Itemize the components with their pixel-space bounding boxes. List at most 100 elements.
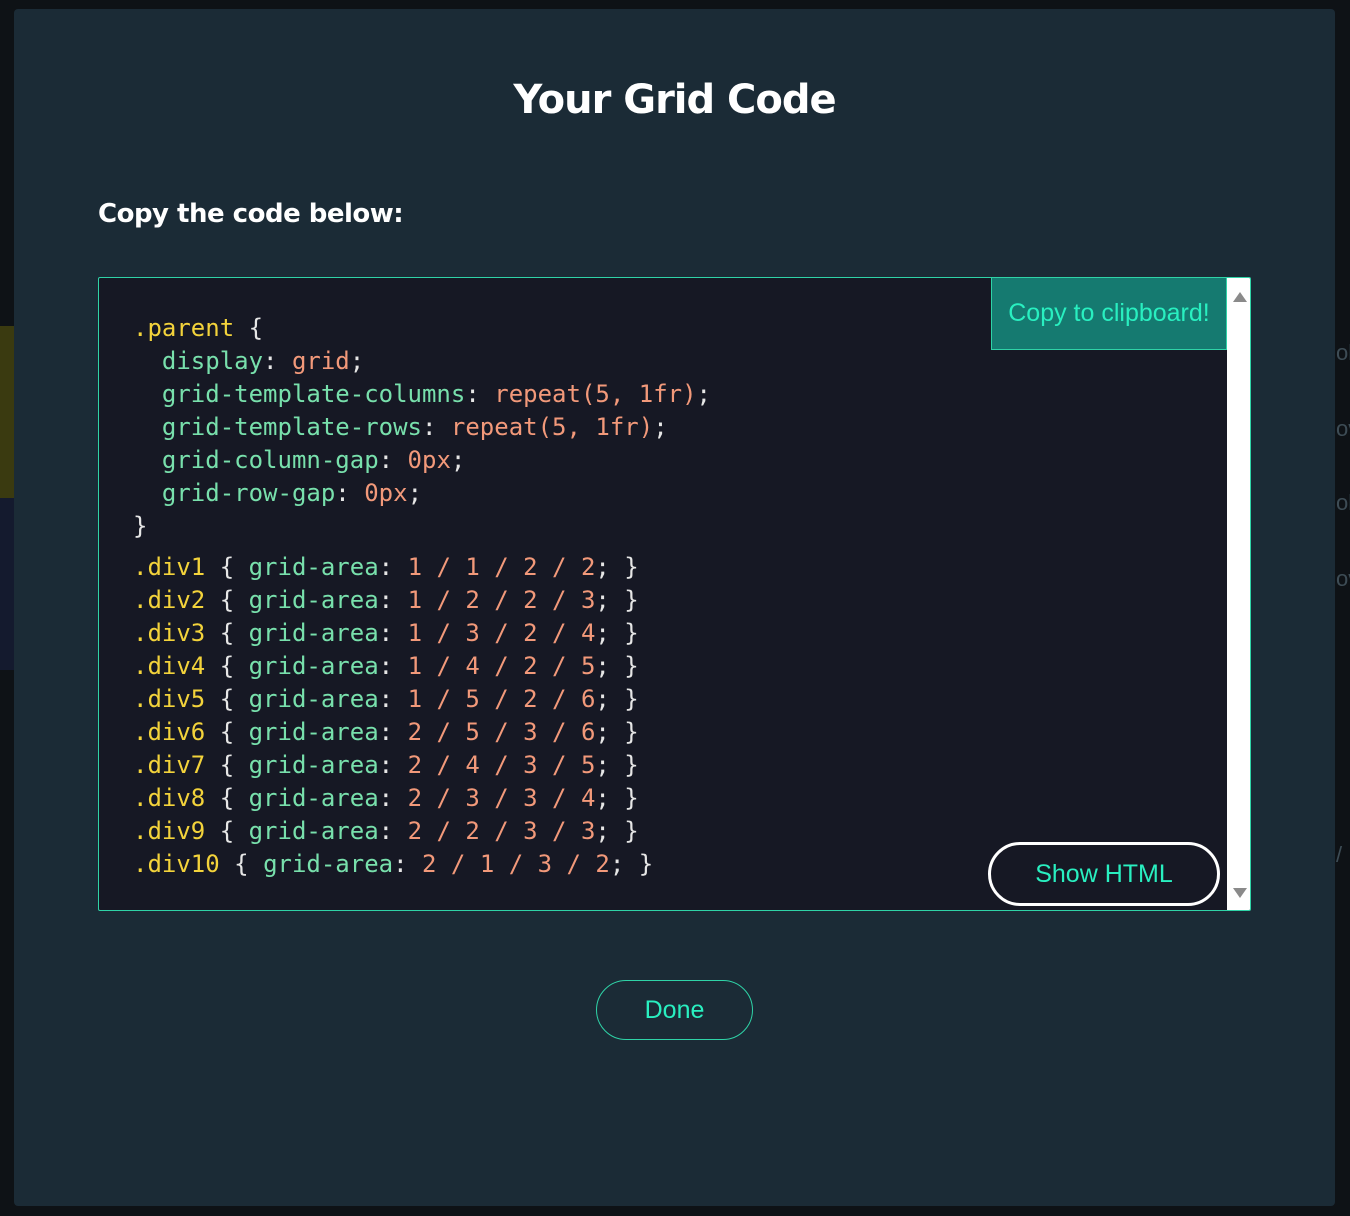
- code-token: grid-area: [248, 685, 379, 713]
- code-token: grid-area: [248, 586, 379, 614]
- code-token: ;: [450, 446, 466, 474]
- code-token: repeat(5, 1fr): [494, 380, 697, 408]
- code-scrollbar[interactable]: [1227, 278, 1250, 910]
- css-code-block[interactable]: .parent { display: grid; grid-template-c…: [133, 312, 711, 881]
- code-token: ; }: [595, 553, 639, 581]
- code-token: {: [205, 751, 249, 779]
- code-token: .div8: [133, 784, 206, 812]
- code-token: ; }: [595, 718, 639, 746]
- code-line-div: .div4 { grid-area: 1 / 4 / 2 / 5; }: [133, 650, 711, 683]
- show-html-button[interactable]: Show HTML: [988, 842, 1220, 906]
- code-token: :: [378, 718, 408, 746]
- code-token: :: [378, 817, 408, 845]
- code-token: {: [205, 685, 249, 713]
- code-token: :: [335, 479, 365, 507]
- code-line-div: .div9 { grid-area: 2 / 2 / 3 / 3; }: [133, 815, 711, 848]
- code-token: {: [205, 718, 249, 746]
- grid-code-modal: Your Grid Code Copy the code below: .par…: [14, 9, 1335, 1206]
- code-token: grid-area: [248, 652, 379, 680]
- done-button[interactable]: Done: [596, 980, 753, 1040]
- code-token: :: [421, 413, 451, 441]
- code-viewer[interactable]: .parent { display: grid; grid-template-c…: [98, 277, 1251, 911]
- code-token: .parent: [133, 314, 235, 342]
- background-text-fragment: /: [1336, 842, 1343, 867]
- code-token: :: [465, 380, 495, 408]
- code-token: :: [378, 784, 408, 812]
- code-token: ; }: [595, 751, 639, 779]
- code-token: }: [133, 512, 148, 540]
- code-token: 1 / 1 / 2 / 2: [407, 553, 596, 581]
- code-token: .div4: [133, 652, 206, 680]
- scroll-up-arrow-icon[interactable]: [1233, 292, 1247, 302]
- code-line-div: .div5 { grid-area: 1 / 5 / 2 / 6; }: [133, 683, 711, 716]
- code-token: :: [378, 586, 408, 614]
- code-token: grid: [291, 347, 350, 375]
- code-token: ; }: [595, 586, 639, 614]
- code-token: ; }: [595, 619, 639, 647]
- code-token: 2 / 5 / 3 / 6: [407, 718, 596, 746]
- code-token: ;: [653, 413, 668, 441]
- code-token: :: [378, 751, 408, 779]
- code-token: .div2: [133, 586, 206, 614]
- code-token: 2 / 3 / 3 / 4: [407, 784, 596, 812]
- code-token: grid-area: [248, 751, 379, 779]
- code-line-div: .div1 { grid-area: 1 / 1 / 2 / 2; }: [133, 551, 711, 584]
- code-token: ;: [696, 380, 711, 408]
- code-token: ;: [349, 347, 365, 375]
- code-token: {: [205, 553, 249, 581]
- code-token: 1 / 2 / 2 / 3: [407, 586, 596, 614]
- code-token: display: [133, 347, 264, 375]
- code-token: {: [234, 314, 264, 342]
- code-token: ; }: [609, 850, 654, 878]
- code-token: .div1: [133, 553, 206, 581]
- background-text-fragment: ov: [1336, 566, 1350, 591]
- code-line-div: .div2 { grid-area: 1 / 2 / 2 / 3; }: [133, 584, 711, 617]
- code-line-parent: .parent {: [133, 312, 711, 345]
- code-token: repeat(5, 1fr): [450, 413, 654, 441]
- code-token: grid-area: [248, 718, 379, 746]
- code-token: grid-row-gap: [133, 479, 336, 507]
- code-line-parent: }: [133, 510, 711, 543]
- code-token: ; }: [595, 817, 639, 845]
- code-line-div: .div6 { grid-area: 2 / 5 / 3 / 6; }: [133, 716, 711, 749]
- code-token: .div7: [133, 751, 206, 779]
- code-token: {: [219, 850, 264, 878]
- scroll-down-arrow-icon[interactable]: [1233, 888, 1247, 898]
- code-token: grid-area: [263, 850, 394, 878]
- code-token: 2 / 1 / 3 / 2: [422, 850, 610, 878]
- code-token: ; }: [595, 685, 639, 713]
- code-token: 1 / 3 / 2 / 4: [407, 619, 596, 647]
- code-line-div: .div7 { grid-area: 2 / 4 / 3 / 5; }: [133, 749, 711, 782]
- code-token: 0px: [364, 479, 408, 507]
- code-token: {: [205, 784, 249, 812]
- background-text-fragment: ov: [1336, 416, 1350, 441]
- code-token: grid-template-columns: [133, 380, 466, 408]
- code-token: 1 / 5 / 2 / 6: [407, 685, 596, 713]
- code-token: .div6: [133, 718, 206, 746]
- code-token: ; }: [595, 652, 639, 680]
- copy-to-clipboard-button[interactable]: Copy to clipboard!: [991, 278, 1227, 350]
- code-token: :: [378, 446, 408, 474]
- code-token: :: [378, 619, 408, 647]
- code-line-div: .div10 { grid-area: 2 / 1 / 3 / 2; }: [133, 848, 711, 881]
- code-token: :: [393, 850, 423, 878]
- code-line-div: .div8 { grid-area: 2 / 3 / 3 / 4; }: [133, 782, 711, 815]
- code-token: :: [378, 685, 408, 713]
- code-line-parent: grid-template-rows: repeat(5, 1fr);: [133, 411, 711, 444]
- code-token: ;: [407, 479, 423, 507]
- code-block-spacer: [133, 543, 711, 551]
- code-line-parent: display: grid;: [133, 345, 711, 378]
- code-line-parent: grid-template-columns: repeat(5, 1fr);: [133, 378, 711, 411]
- code-token: .div10: [133, 850, 220, 878]
- code-line-parent: grid-row-gap: 0px;: [133, 477, 711, 510]
- code-token: .div9: [133, 817, 206, 845]
- code-token: 0px: [407, 446, 451, 474]
- code-token: grid-area: [248, 784, 379, 812]
- code-token: grid-column-gap: [133, 446, 379, 474]
- background-text-fragment: ol: [1336, 490, 1350, 515]
- code-token: {: [205, 817, 249, 845]
- code-token: 1 / 4 / 2 / 5: [407, 652, 596, 680]
- code-token: {: [205, 652, 249, 680]
- code-token: {: [205, 619, 249, 647]
- code-token: :: [263, 347, 292, 375]
